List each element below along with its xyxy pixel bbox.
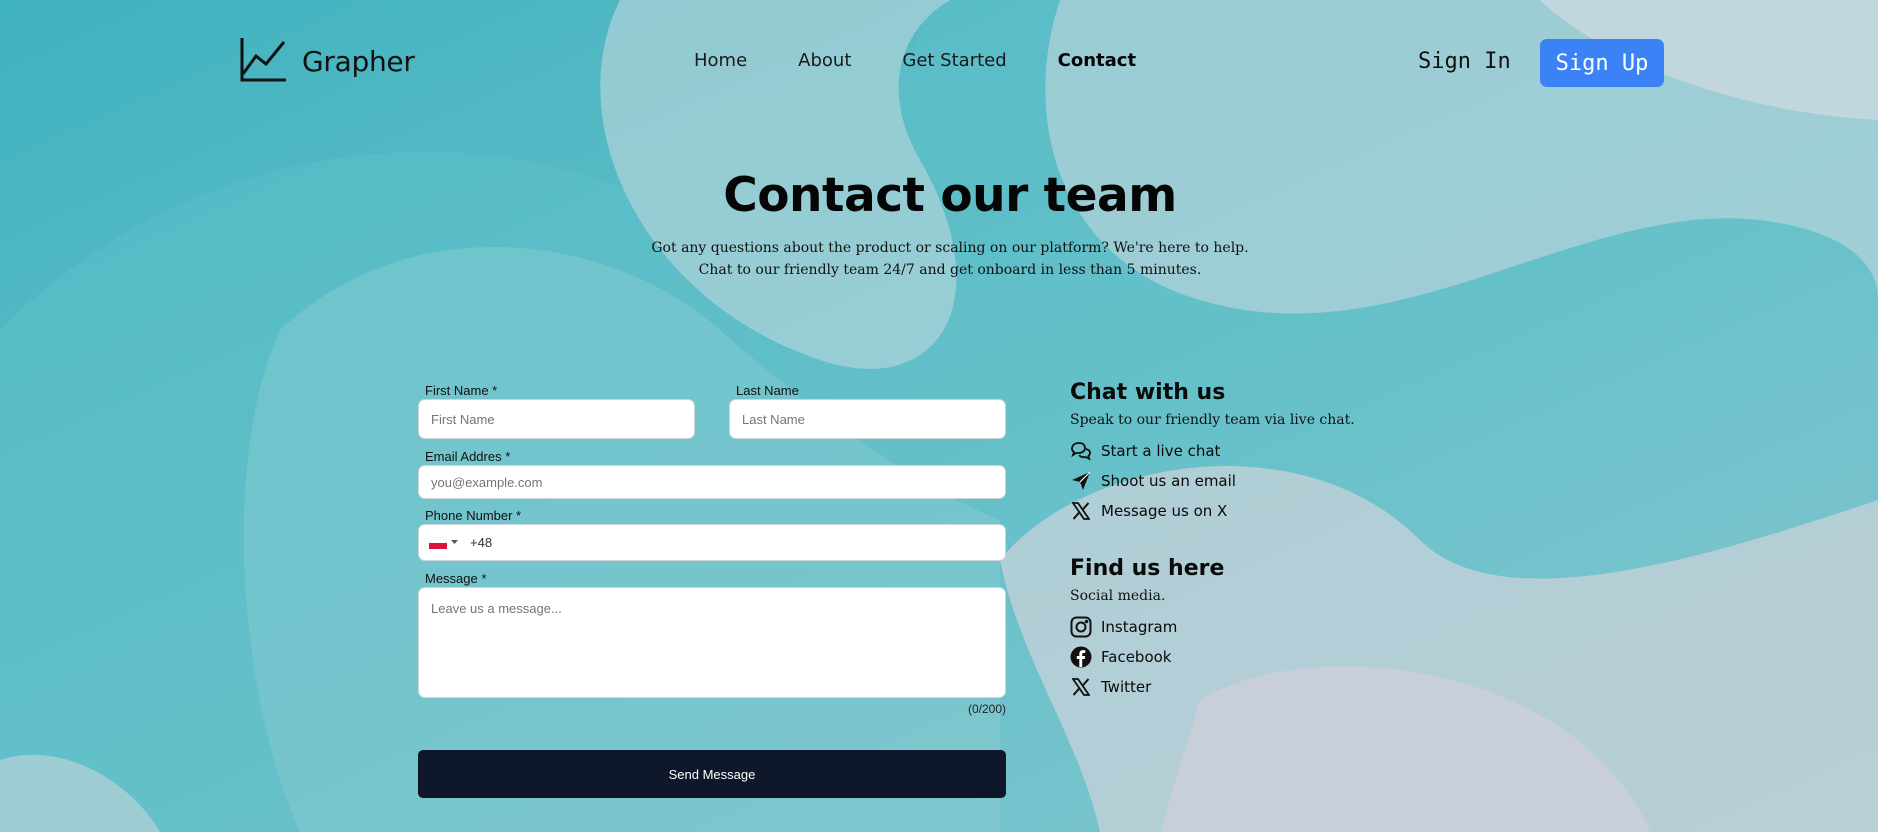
last-name-field[interactable] <box>729 399 1006 439</box>
phone-label: Phone Number * <box>425 508 522 523</box>
nav-link-contact[interactable]: Contact <box>1058 50 1136 71</box>
last-name-input[interactable] <box>740 410 1005 428</box>
chat-title: Chat with us <box>1070 380 1226 405</box>
message-x-link[interactable]: Message us on X <box>1070 496 1470 526</box>
facebook-link[interactable]: Facebook <box>1070 642 1470 672</box>
find-title: Find us here <box>1070 556 1225 581</box>
nav-link-about[interactable]: About <box>798 50 851 71</box>
country-select[interactable] <box>429 536 458 549</box>
last-name-label: Last Name <box>736 383 799 398</box>
x-logo-icon <box>1070 676 1092 698</box>
paper-plane-icon <box>1070 470 1092 492</box>
chat-bubbles-icon <box>1070 440 1092 462</box>
facebook-label: Facebook <box>1101 648 1172 666</box>
live-chat-label: Start a live chat <box>1101 442 1221 460</box>
email-us-label: Shoot us an email <box>1101 472 1236 490</box>
twitter-label: Twitter <box>1101 678 1152 696</box>
page-title: Contact our team <box>723 168 1177 223</box>
brand-logo[interactable]: Grapher <box>238 34 415 89</box>
message-field[interactable] <box>418 587 1006 698</box>
contact-info: Chat with us Speak to our friendly team … <box>1070 380 1470 702</box>
message-label: Message * <box>425 571 487 586</box>
facebook-icon <box>1070 646 1092 668</box>
nav-link-home[interactable]: Home <box>694 50 747 71</box>
instagram-link[interactable]: Instagram <box>1070 612 1470 642</box>
email-input[interactable] <box>429 473 1005 491</box>
email-label: Email Addres * <box>425 449 511 464</box>
instagram-label: Instagram <box>1101 618 1178 636</box>
hero-description: Got any questions about the product or s… <box>0 237 1878 281</box>
first-name-label: First Name * <box>425 383 498 398</box>
chat-subtitle: Speak to our friendly team via live chat… <box>1070 412 1355 428</box>
sign-in-button[interactable]: Sign In <box>1418 49 1511 74</box>
email-us-link[interactable]: Shoot us an email <box>1070 466 1470 496</box>
hero-line-2: Chat to our friendly team 24/7 and get o… <box>698 262 1202 278</box>
hero-line-1: Got any questions about the product or s… <box>651 240 1249 256</box>
phone-field[interactable]: +48 <box>418 524 1006 561</box>
send-message-button[interactable]: Send Message <box>418 750 1006 798</box>
brand-name: Grapher <box>302 45 415 78</box>
find-subtitle: Social media. <box>1070 588 1166 604</box>
message-input[interactable] <box>429 599 1005 693</box>
hero-section: Contact our team Got any questions about… <box>0 168 1878 281</box>
nav-link-get-started[interactable]: Get Started <box>902 50 1006 71</box>
nav-links: Home About Get Started Contact <box>694 50 1136 71</box>
twitter-link[interactable]: Twitter <box>1070 672 1470 702</box>
phone-input[interactable]: +48 <box>470 535 492 550</box>
live-chat-link[interactable]: Start a live chat <box>1070 436 1470 466</box>
character-counter: (0/200) <box>967 702 1006 716</box>
first-name-input[interactable] <box>429 410 694 428</box>
chevron-down-icon <box>451 540 458 544</box>
navbar: Grapher Home About Get Started Contact S… <box>0 0 1878 126</box>
message-x-label: Message us on X <box>1101 502 1228 520</box>
email-field[interactable] <box>418 465 1006 499</box>
x-logo-icon <box>1070 500 1092 522</box>
first-name-field[interactable] <box>418 399 695 439</box>
poland-flag-icon <box>429 536 447 549</box>
instagram-icon <box>1070 616 1092 638</box>
sign-up-button[interactable]: Sign Up <box>1540 39 1664 87</box>
line-chart-icon <box>238 34 288 89</box>
